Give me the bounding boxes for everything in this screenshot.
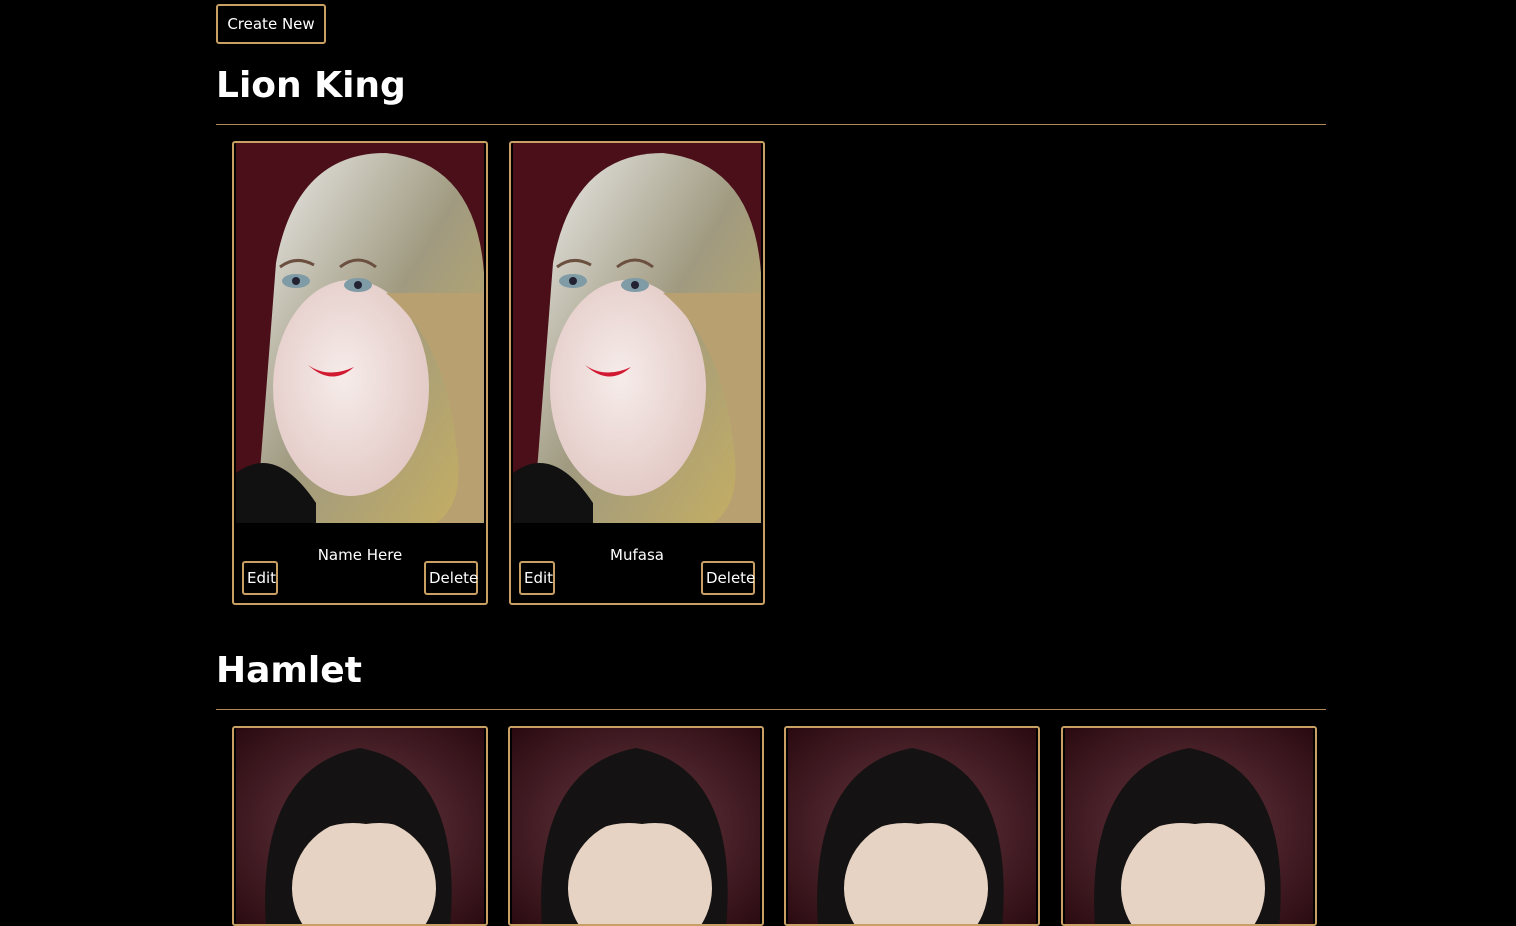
section-title-lion-king: Lion King bbox=[216, 65, 406, 106]
cast-card bbox=[232, 726, 488, 926]
delete-button[interactable]: Delete bbox=[701, 561, 755, 595]
section-divider bbox=[216, 124, 1326, 125]
cast-card: Mufasa Edit Delete bbox=[509, 141, 765, 605]
cast-card: Name Here Edit Delete bbox=[232, 141, 488, 605]
edit-button[interactable]: Edit bbox=[519, 561, 555, 595]
headshot-image bbox=[513, 143, 761, 523]
edit-button[interactable]: Edit bbox=[242, 561, 278, 595]
section-title-hamlet: Hamlet bbox=[216, 650, 362, 691]
headshot-image bbox=[1065, 728, 1313, 924]
delete-button[interactable]: Delete bbox=[424, 561, 478, 595]
headshot-image bbox=[788, 728, 1036, 924]
headshot-image bbox=[236, 143, 484, 523]
cast-card bbox=[784, 726, 1040, 926]
section-divider bbox=[216, 709, 1326, 710]
headshot-image bbox=[236, 728, 484, 924]
headshot-image bbox=[512, 728, 760, 924]
cast-card bbox=[508, 726, 764, 926]
cast-card bbox=[1061, 726, 1317, 926]
create-new-button[interactable]: Create New bbox=[216, 4, 326, 44]
